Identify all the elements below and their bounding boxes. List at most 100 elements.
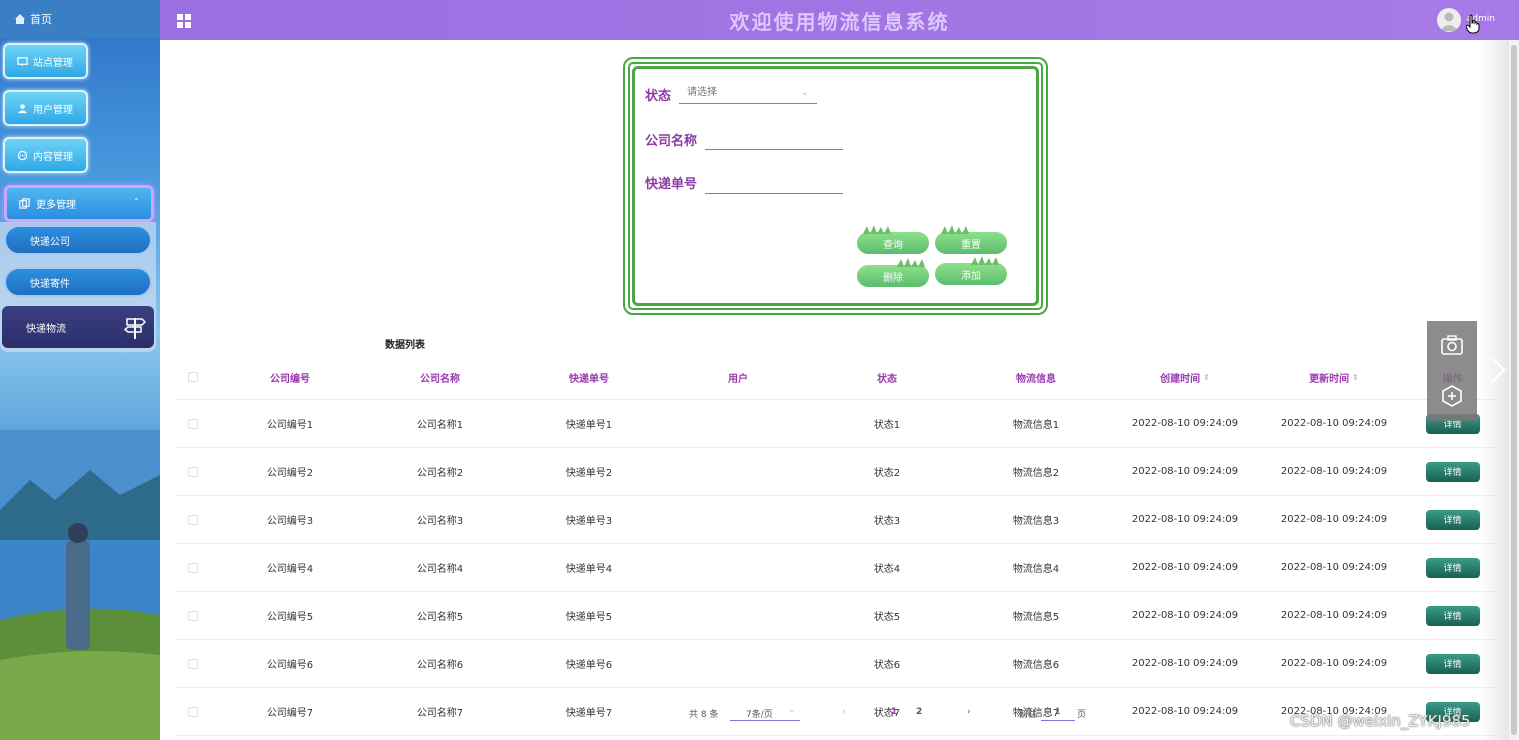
vertical-scrollbar[interactable]	[1509, 40, 1519, 740]
hexagon-plus-icon[interactable]	[1441, 385, 1463, 407]
table-cell: 快递单号6	[565, 660, 613, 671]
table-cell: 2022-08-10 09:24:09	[1131, 514, 1239, 525]
table-cell: 状态6	[873, 660, 901, 671]
row-checkbox[interactable]	[188, 706, 198, 717]
sidebar-subitem-logistics[interactable]: 快递物流	[2, 306, 154, 348]
status-select[interactable]	[679, 82, 817, 104]
col-header[interactable]: 物流信息	[976, 355, 1096, 399]
table-cell: 状态2	[873, 468, 901, 479]
row-action-cell: 详情	[1425, 448, 1480, 495]
delete-button[interactable]: 删除	[857, 258, 929, 287]
col-header[interactable]: 状态	[827, 355, 947, 399]
chevron-up-icon: ˆ	[134, 198, 139, 209]
sidebar-item-label: 站点管理	[33, 57, 73, 69]
col-header[interactable]: 公司编号	[230, 355, 350, 399]
add-button[interactable]: 添加	[935, 256, 1007, 285]
table-cell	[678, 448, 798, 495]
query-button-label: 查询	[883, 239, 903, 251]
row-select-cell	[183, 640, 203, 687]
detail-button[interactable]: 详情	[1425, 509, 1480, 530]
detail-button[interactable]: 详情	[1425, 557, 1480, 578]
copy-icon	[19, 198, 30, 209]
sidebar-subitem-send[interactable]: 快递寄件	[4, 267, 152, 297]
table-cell: 2022-08-10 09:24:09	[1280, 658, 1388, 669]
row-checkbox[interactable]	[188, 610, 198, 621]
grass-decoration-icon	[941, 225, 969, 234]
sidebar-item-content[interactable]: 内容管理	[3, 137, 88, 173]
row-checkbox[interactable]	[188, 466, 198, 477]
table-cell: 快递单号3	[565, 516, 613, 527]
sidebar-home[interactable]: 首页	[0, 0, 160, 38]
page-2-button[interactable]: 2	[916, 707, 922, 717]
sort-icon[interactable]: ⇕	[1203, 373, 1210, 382]
sidebar-background-scene	[0, 430, 160, 740]
sidebar-item-more[interactable]: 更多管理 ˆ	[4, 185, 154, 222]
row-select-cell	[183, 688, 203, 735]
detail-button[interactable]: 详情	[1425, 461, 1480, 482]
scrollbar-thumb[interactable]	[1511, 45, 1517, 735]
next-page-button[interactable]: ›	[967, 707, 971, 717]
sidebar-home-label: 首页	[30, 13, 52, 26]
delete-button-label: 删除	[883, 272, 903, 284]
sidebar-item-site[interactable]: 站点管理	[3, 43, 88, 79]
detail-button[interactable]: 详情	[1425, 605, 1480, 626]
chevron-right-icon[interactable]	[1488, 355, 1508, 385]
sidebar-subitem-company[interactable]: 快递公司	[4, 225, 152, 255]
sidebar-item-label: 内容管理	[33, 151, 73, 163]
row-select-cell	[183, 592, 203, 639]
reset-button[interactable]: 重置	[935, 225, 1007, 254]
tracking-number-input[interactable]	[705, 172, 843, 194]
chat-icon	[17, 150, 28, 160]
row-action-cell: 详情	[1425, 496, 1480, 543]
company-name-input[interactable]	[705, 128, 843, 150]
table-cell: 2022-08-10 09:24:09	[1280, 610, 1388, 621]
camera-icon[interactable]	[1441, 335, 1463, 355]
table-row: 公司编号3 公司名称3 快递单号3 状态3 物流信息3 2022-08-10 09:24:…	[175, 496, 1496, 544]
select-all-checkbox[interactable]	[188, 372, 198, 382]
row-checkbox[interactable]	[188, 514, 198, 525]
table-cell: 公司名称1	[416, 420, 464, 431]
table-cell: 快递单号5	[565, 612, 613, 623]
col-header-label: 更新时间	[1309, 373, 1350, 385]
page-size-value: 7条/页	[746, 710, 773, 720]
table-cell: 2022-08-10 09:24:09	[1280, 514, 1388, 525]
table-cell: 快递单号1	[565, 420, 613, 431]
page-title: 欢迎使用物流信息系统	[729, 10, 950, 34]
table-cell	[678, 400, 798, 447]
sidebar-item-user[interactable]: 用户管理	[3, 90, 88, 126]
row-checkbox[interactable]	[188, 562, 198, 573]
table-cell	[678, 592, 798, 639]
goto-input[interactable]: 1	[1041, 703, 1075, 721]
row-checkbox[interactable]	[188, 418, 198, 429]
table-row: 公司编号4 公司名称4 快递单号4 状态4 物流信息4 2022-08-10 09:24:…	[175, 544, 1496, 592]
col-header[interactable]: 快递单号	[529, 355, 649, 399]
goto-label: 前往	[1019, 710, 1038, 720]
col-header-updated[interactable]: 更新时间 ⇕	[1274, 355, 1394, 399]
table-row: 公司编号6 公司名称6 快递单号6 状态6 物流信息6 2022-08-10 09:24:…	[175, 640, 1496, 688]
row-checkbox[interactable]	[188, 658, 198, 669]
prev-page-button[interactable]: ‹	[842, 707, 846, 717]
avatar[interactable]	[1437, 8, 1461, 32]
table-cell: 公司名称3	[416, 516, 464, 527]
sidebar-item-label: 更多管理	[36, 200, 76, 211]
chevron-down-icon: ⌄	[801, 88, 809, 98]
page-size-select[interactable]: 7条/页 ⌄	[730, 703, 800, 721]
sort-icon[interactable]: ⇕	[1352, 373, 1359, 382]
page-1-button[interactable]: 1	[891, 707, 897, 717]
col-header[interactable]: 用户	[678, 355, 798, 399]
reset-button-label: 重置	[961, 239, 981, 251]
col-header[interactable]: 公司名称	[380, 355, 500, 399]
detail-button[interactable]: 详情	[1425, 653, 1480, 674]
sidebar-subitem-label: 快递物流	[26, 323, 66, 335]
table-cell: 物流信息2	[1012, 468, 1060, 479]
table-cell: 快递单号4	[565, 564, 613, 575]
table-title: 数据列表	[385, 340, 425, 351]
user-icon	[17, 103, 28, 113]
user-avatar-icon	[1440, 12, 1458, 31]
table-cell: 公司编号2	[266, 468, 314, 479]
query-button[interactable]: 查询	[857, 225, 929, 254]
table-cell: 2022-08-10 09:24:09	[1280, 418, 1388, 429]
col-header-created[interactable]: 创建时间 ⇕	[1125, 355, 1245, 399]
table-cell: 2022-08-10 09:24:09	[1280, 562, 1388, 573]
table-cell: 公司编号4	[266, 564, 314, 575]
